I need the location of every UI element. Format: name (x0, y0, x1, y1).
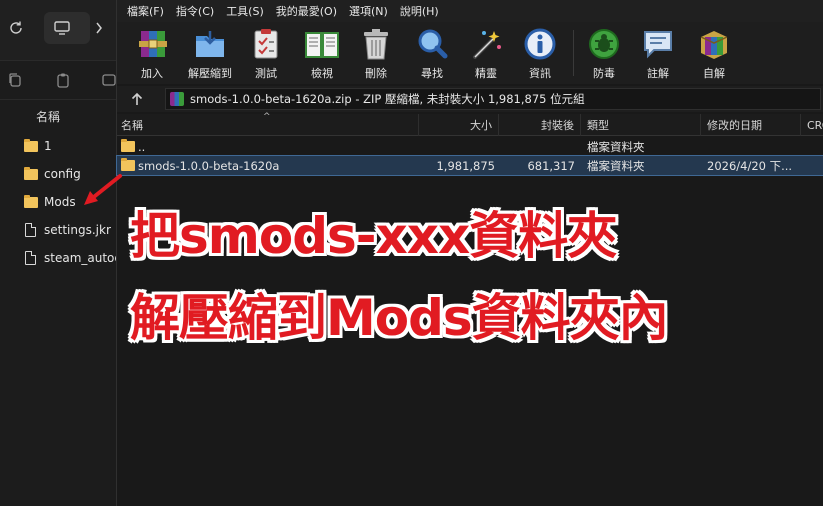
file-explorer-pane: 名稱 1 config Mods settings.jkr steam_auto… (0, 0, 116, 506)
copy-icon[interactable] (6, 71, 24, 89)
list-item[interactable]: steam_autoc (0, 244, 116, 272)
explorer-top-bar (0, 0, 116, 60)
comment-icon (640, 26, 676, 62)
delete-icon (358, 26, 394, 62)
row-modified: 2026/4/20 下... (707, 158, 793, 173)
column-header-packed[interactable]: 封裝後 (499, 114, 581, 136)
view-button[interactable]: 檢視 (295, 26, 349, 82)
toolbar-separator (573, 30, 574, 76)
explorer-column-header[interactable]: 名稱 (0, 100, 116, 130)
menu-tools[interactable]: 工具(S) (220, 3, 270, 19)
instruction-text-line2: 解壓縮到Mods資料夾內 (130, 289, 669, 347)
menu-help[interactable]: 說明(H) (394, 3, 445, 19)
info-button[interactable]: 資訊 (513, 26, 567, 82)
screen: 名稱 1 config Mods settings.jkr steam_auto… (0, 0, 823, 506)
virus-scan-icon (586, 26, 622, 62)
folder-icon (24, 166, 38, 180)
table-row-selected[interactable]: smods-1.0.0-beta-1620a 1,981,875 681,317… (116, 155, 823, 176)
archive-icon (170, 92, 184, 106)
row-size: 1,981,875 (436, 158, 495, 173)
refresh-icon[interactable] (4, 16, 28, 40)
row-type: 檔案資料夾 (587, 139, 645, 154)
document-icon (25, 251, 36, 265)
row-name: .. (138, 139, 146, 154)
chevron-right-icon[interactable] (92, 16, 106, 40)
menu-options[interactable]: 選項(N) (343, 3, 394, 19)
column-header-type[interactable]: 類型 (581, 114, 701, 136)
virus-scan-button[interactable]: 防毒 (577, 26, 631, 82)
find-icon (414, 26, 450, 62)
list-item[interactable]: 1 (0, 132, 116, 160)
menu-bar: 檔案(F) 指令(C) 工具(S) 我的最愛(O) 選項(N) 說明(H) (117, 0, 823, 22)
explorer-command-bar (0, 60, 116, 100)
row-type: 檔案資料夾 (587, 158, 645, 173)
row-size (421, 137, 495, 156)
list-item[interactable]: settings.jkr (0, 216, 116, 244)
document-icon (25, 223, 36, 237)
row-packed: 681,317 (527, 158, 575, 173)
find-button[interactable]: 尋找 (405, 26, 459, 82)
menu-commands[interactable]: 指令(C) (170, 3, 220, 19)
row-packed (501, 137, 575, 156)
archive-file-list: .. 檔案資料夾 smods-1.0.0-beta-1620a 1,981,87… (116, 137, 823, 176)
folder-icon (24, 194, 38, 208)
monitor-icon (54, 21, 70, 35)
archive-path-field[interactable]: smods-1.0.0-beta-1620a.zip - ZIP 壓縮檔, 未封… (165, 88, 821, 110)
add-button[interactable]: 加入 (125, 26, 179, 82)
arrow-up-icon[interactable] (127, 90, 147, 108)
row-modified (707, 137, 803, 156)
name-column-label: 名稱 (36, 110, 61, 124)
test-icon (248, 26, 284, 62)
delete-button[interactable]: 刪除 (349, 26, 403, 82)
archive-path-text: smods-1.0.0-beta-1620a.zip - ZIP 壓縮檔, 未封… (190, 92, 585, 106)
folder-icon (24, 138, 38, 152)
menu-file[interactable]: 檔案(F) (121, 3, 170, 19)
winrar-toolbar: 加入 解壓縮到 測試 檢視 刪除 尋找 精靈 資訊 防毒 註解 自解 (117, 22, 823, 84)
wizard-button[interactable]: 精靈 (459, 26, 513, 82)
add-archive-icon (134, 26, 170, 62)
path-bar: smods-1.0.0-beta-1620a.zip - ZIP 壓縮檔, 未封… (117, 86, 823, 112)
file-list-header: 名稱 ^ 大小 封裝後 類型 修改的日期 CRC (117, 112, 823, 136)
sort-ascending-icon: ^ (263, 112, 271, 122)
info-icon (522, 26, 558, 62)
sfx-button[interactable]: 自解 (687, 26, 741, 82)
file-name: settings.jkr (44, 223, 111, 237)
column-header-modified[interactable]: 修改的日期 (701, 114, 801, 136)
comment-button[interactable]: 註解 (631, 26, 685, 82)
file-name: 1 (44, 139, 52, 153)
folder-icon (121, 139, 135, 152)
sfx-icon (696, 26, 732, 62)
view-toggle-button[interactable] (44, 12, 90, 44)
red-arrow-icon (84, 174, 122, 205)
column-header-size[interactable]: 大小 (419, 114, 499, 136)
row-name: smods-1.0.0-beta-1620a (138, 158, 280, 173)
table-row[interactable]: .. 檔案資料夾 (117, 137, 823, 156)
column-header-name[interactable]: 名稱 ^ (117, 112, 419, 136)
instruction-text-line1: 把smods-xxx資料夾 (130, 207, 617, 265)
extract-to-icon (192, 26, 228, 62)
menu-favorites[interactable]: 我的最愛(O) (270, 3, 343, 19)
wizard-icon (468, 26, 504, 62)
file-name: steam_autoc (44, 251, 116, 265)
view-icon (304, 26, 340, 62)
paste-icon[interactable] (54, 71, 72, 89)
extract-to-button[interactable]: 解壓縮到 (183, 26, 237, 82)
test-button[interactable]: 測試 (239, 26, 293, 82)
column-header-crc[interactable]: CRC (801, 114, 823, 136)
